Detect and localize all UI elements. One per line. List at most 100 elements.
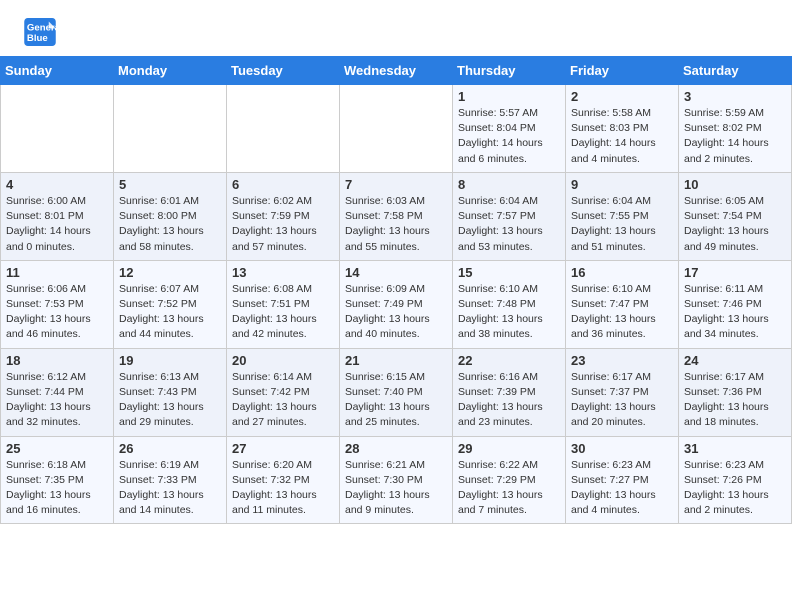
- day-number-2: 2: [571, 89, 673, 104]
- day-number-21: 21: [345, 353, 447, 368]
- weekday-header-friday: Friday: [566, 57, 679, 85]
- day-cell-13: 13 Sunrise: 6:08 AMSunset: 7:51 PMDayligh…: [227, 260, 340, 348]
- day-cell-11: 11 Sunrise: 6:06 AMSunset: 7:53 PMDayligh…: [1, 260, 114, 348]
- day-number-5: 5: [119, 177, 221, 192]
- day-cell-20: 20 Sunrise: 6:14 AMSunset: 7:42 PMDayligh…: [227, 348, 340, 436]
- day-number-13: 13: [232, 265, 334, 280]
- day-info-28: Sunrise: 6:21 AMSunset: 7:30 PMDaylight:…: [345, 458, 447, 519]
- day-info-8: Sunrise: 6:04 AMSunset: 7:57 PMDaylight:…: [458, 194, 560, 255]
- weekday-header-wednesday: Wednesday: [340, 57, 453, 85]
- day-number-14: 14: [345, 265, 447, 280]
- day-cell-30: 30Sunrise: 6:23 AMSunset: 7:27 PMDayligh…: [566, 436, 679, 524]
- day-number-8: 8: [458, 177, 560, 192]
- day-info-12: Sunrise: 6:07 AMSunset: 7:52 PMDaylight:…: [119, 282, 221, 343]
- day-info-4: Sunrise: 6:00 AMSunset: 8:01 PMDaylight:…: [6, 194, 108, 255]
- day-number-7: 7: [345, 177, 447, 192]
- day-cell-24: 24 Sunrise: 6:17 AMSunset: 7:36 PMDayligh…: [679, 348, 792, 436]
- day-number-16: 16: [571, 265, 673, 280]
- day-info-5: Sunrise: 6:01 AMSunset: 8:00 PMDaylight:…: [119, 194, 221, 255]
- day-info-10: Sunrise: 6:05 AMSunset: 7:54 PMDaylight:…: [684, 194, 786, 255]
- day-cell-25: 25 Sunrise: 6:18 AMSunset: 7:35 PMDayligh…: [1, 436, 114, 524]
- day-cell-16: 16 Sunrise: 6:10 AMSunset: 7:47 PMDayligh…: [566, 260, 679, 348]
- empty-cell: [114, 85, 227, 173]
- day-info-6: Sunrise: 6:02 AMSunset: 7:59 PMDaylight:…: [232, 194, 334, 255]
- day-info-15: Sunrise: 6:10 AMSunset: 7:48 PMDaylight:…: [458, 282, 560, 343]
- day-info-26: Sunrise: 6:19 AMSunset: 7:33 PMDaylight:…: [119, 458, 221, 519]
- day-info-18: Sunrise: 6:12 AMSunset: 7:44 PMDaylight:…: [6, 370, 108, 431]
- day-cell-22: 22 Sunrise: 6:16 AMSunset: 7:39 PMDayligh…: [453, 348, 566, 436]
- day-cell-7: 7 Sunrise: 6:03 AMSunset: 7:58 PMDaylight…: [340, 172, 453, 260]
- day-info-19: Sunrise: 6:13 AMSunset: 7:43 PMDaylight:…: [119, 370, 221, 431]
- day-info-1: Sunrise: 5:57 AMSunset: 8:04 PMDaylight:…: [458, 106, 560, 167]
- day-number-23: 23: [571, 353, 673, 368]
- day-info-2: Sunrise: 5:58 AMSunset: 8:03 PMDaylight:…: [571, 106, 673, 167]
- day-cell-15: 15 Sunrise: 6:10 AMSunset: 7:48 PMDayligh…: [453, 260, 566, 348]
- day-number-29: 29: [458, 441, 560, 456]
- day-cell-12: 12 Sunrise: 6:07 AMSunset: 7:52 PMDayligh…: [114, 260, 227, 348]
- day-number-4: 4: [6, 177, 108, 192]
- day-number-26: 26: [119, 441, 221, 456]
- day-info-29: Sunrise: 6:22 AMSunset: 7:29 PMDaylight:…: [458, 458, 560, 519]
- day-number-28: 28: [345, 441, 447, 456]
- day-info-30: Sunrise: 6:23 AMSunset: 7:27 PMDaylight:…: [571, 458, 673, 519]
- empty-cell: [1, 85, 114, 173]
- day-cell-2: 2 Sunrise: 5:58 AMSunset: 8:03 PMDaylight…: [566, 85, 679, 173]
- day-cell-9: 9 Sunrise: 6:04 AMSunset: 7:55 PMDaylight…: [566, 172, 679, 260]
- day-cell-8: 8 Sunrise: 6:04 AMSunset: 7:57 PMDaylight…: [453, 172, 566, 260]
- empty-cell: [340, 85, 453, 173]
- day-info-24: Sunrise: 6:17 AMSunset: 7:36 PMDaylight:…: [684, 370, 786, 431]
- day-cell-23: 23 Sunrise: 6:17 AMSunset: 7:37 PMDayligh…: [566, 348, 679, 436]
- weekday-header-tuesday: Tuesday: [227, 57, 340, 85]
- day-cell-14: 14 Sunrise: 6:09 AMSunset: 7:49 PMDayligh…: [340, 260, 453, 348]
- header: General Blue: [0, 0, 792, 56]
- day-info-11: Sunrise: 6:06 AMSunset: 7:53 PMDaylight:…: [6, 282, 108, 343]
- day-number-10: 10: [684, 177, 786, 192]
- day-info-22: Sunrise: 6:16 AMSunset: 7:39 PMDaylight:…: [458, 370, 560, 431]
- day-cell-5: 5 Sunrise: 6:01 AMSunset: 8:00 PMDaylight…: [114, 172, 227, 260]
- week-row-3: 11 Sunrise: 6:06 AMSunset: 7:53 PMDayligh…: [1, 260, 792, 348]
- day-number-11: 11: [6, 265, 108, 280]
- svg-text:Blue: Blue: [27, 33, 48, 44]
- day-number-20: 20: [232, 353, 334, 368]
- day-cell-29: 29 Sunrise: 6:22 AMSunset: 7:29 PMDayligh…: [453, 436, 566, 524]
- day-info-23: Sunrise: 6:17 AMSunset: 7:37 PMDaylight:…: [571, 370, 673, 431]
- day-info-21: Sunrise: 6:15 AMSunset: 7:40 PMDaylight:…: [345, 370, 447, 431]
- week-row-5: 25 Sunrise: 6:18 AMSunset: 7:35 PMDayligh…: [1, 436, 792, 524]
- day-cell-21: 21 Sunrise: 6:15 AMSunset: 7:40 PMDayligh…: [340, 348, 453, 436]
- day-number-6: 6: [232, 177, 334, 192]
- day-number-15: 15: [458, 265, 560, 280]
- day-number-31: 31: [684, 441, 786, 456]
- day-cell-10: 10 Sunrise: 6:05 AMSunset: 7:54 PMDayligh…: [679, 172, 792, 260]
- day-info-16: Sunrise: 6:10 AMSunset: 7:47 PMDaylight:…: [571, 282, 673, 343]
- weekday-header-monday: Monday: [114, 57, 227, 85]
- day-number-18: 18: [6, 353, 108, 368]
- day-number-9: 9: [571, 177, 673, 192]
- day-number-1: 1: [458, 89, 560, 104]
- day-cell-28: 28 Sunrise: 6:21 AMSunset: 7:30 PMDayligh…: [340, 436, 453, 524]
- day-number-25: 25: [6, 441, 108, 456]
- day-number-24: 24: [684, 353, 786, 368]
- day-info-7: Sunrise: 6:03 AMSunset: 7:58 PMDaylight:…: [345, 194, 447, 255]
- day-info-31: Sunrise: 6:23 AMSunset: 7:26 PMDaylight:…: [684, 458, 786, 519]
- day-info-13: Sunrise: 6:08 AMSunset: 7:51 PMDaylight:…: [232, 282, 334, 343]
- week-row-4: 18 Sunrise: 6:12 AMSunset: 7:44 PMDayligh…: [1, 348, 792, 436]
- calendar-table: SundayMondayTuesdayWednesdayThursdayFrid…: [0, 56, 792, 524]
- day-info-14: Sunrise: 6:09 AMSunset: 7:49 PMDaylight:…: [345, 282, 447, 343]
- day-cell-4: 4 Sunrise: 6:00 AMSunset: 8:01 PMDaylight…: [1, 172, 114, 260]
- day-info-17: Sunrise: 6:11 AMSunset: 7:46 PMDaylight:…: [684, 282, 786, 343]
- week-row-2: 4 Sunrise: 6:00 AMSunset: 8:01 PMDaylight…: [1, 172, 792, 260]
- day-number-19: 19: [119, 353, 221, 368]
- day-cell-31: 31 Sunrise: 6:23 AMSunset: 7:26 PMDayligh…: [679, 436, 792, 524]
- day-number-27: 27: [232, 441, 334, 456]
- day-info-27: Sunrise: 6:20 AMSunset: 7:32 PMDaylight:…: [232, 458, 334, 519]
- week-row-1: 1 Sunrise: 5:57 AMSunset: 8:04 PMDaylight…: [1, 85, 792, 173]
- day-cell-17: 17Sunrise: 6:11 AMSunset: 7:46 PMDayligh…: [679, 260, 792, 348]
- day-cell-26: 26 Sunrise: 6:19 AMSunset: 7:33 PMDayligh…: [114, 436, 227, 524]
- day-cell-3: 3Sunrise: 5:59 AMSunset: 8:02 PMDaylight…: [679, 85, 792, 173]
- day-info-3: Sunrise: 5:59 AMSunset: 8:02 PMDaylight:…: [684, 106, 786, 167]
- day-info-9: Sunrise: 6:04 AMSunset: 7:55 PMDaylight:…: [571, 194, 673, 255]
- day-info-20: Sunrise: 6:14 AMSunset: 7:42 PMDaylight:…: [232, 370, 334, 431]
- day-number-22: 22: [458, 353, 560, 368]
- day-info-25: Sunrise: 6:18 AMSunset: 7:35 PMDaylight:…: [6, 458, 108, 519]
- day-number-12: 12: [119, 265, 221, 280]
